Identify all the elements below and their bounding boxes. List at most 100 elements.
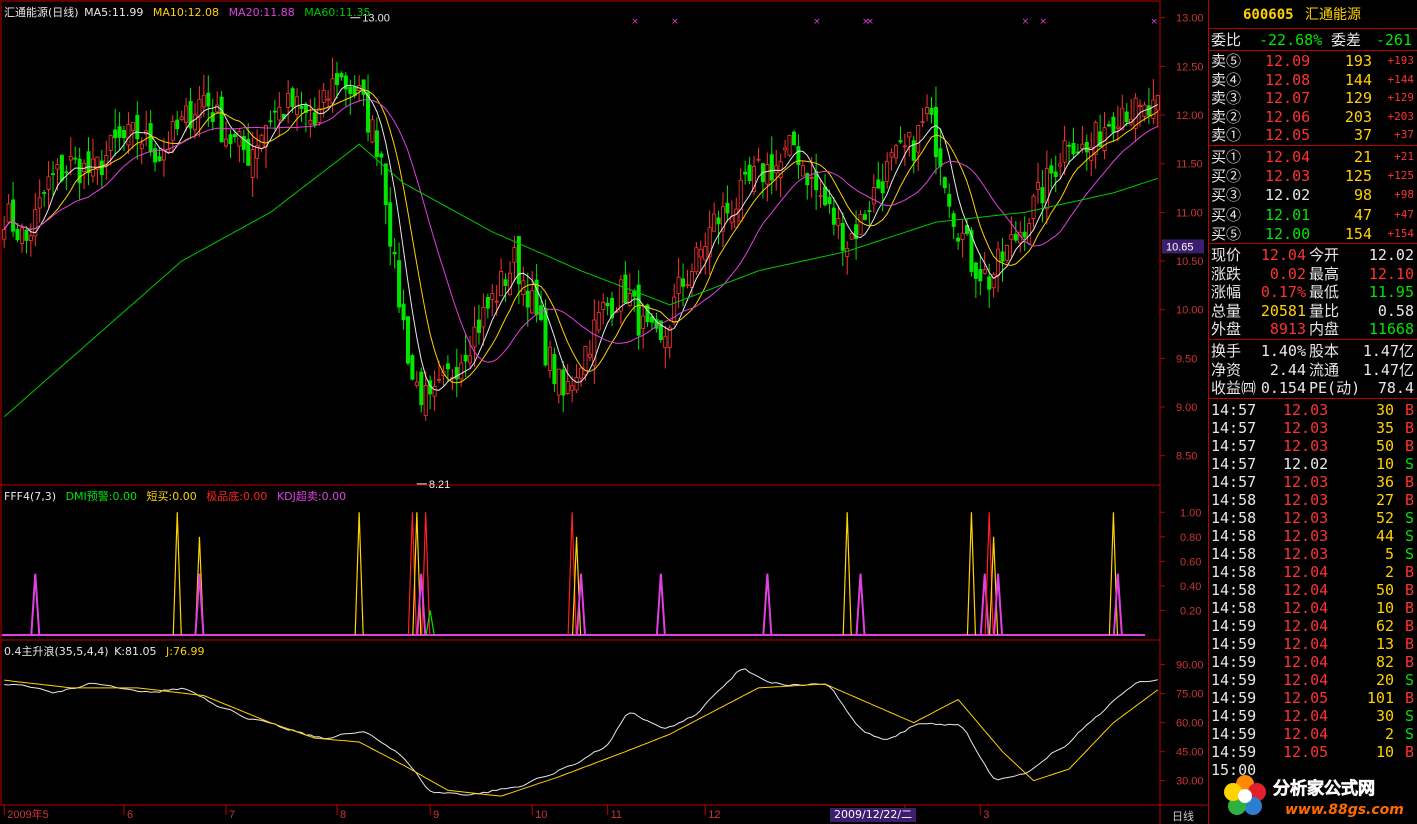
duanmai-value: 0.00 <box>172 490 197 503</box>
stat-row: 现价 12.04 今开 12.02 <box>1209 246 1417 264</box>
candle-body <box>925 107 930 115</box>
candle-body <box>374 130 379 158</box>
candle-body <box>117 126 122 138</box>
weibi-label: 委比 <box>1211 31 1242 49</box>
zsl-y-tick-label: 90.00 <box>1176 660 1204 672</box>
ma20-name: MA20 <box>228 6 260 19</box>
candle-body <box>862 214 867 220</box>
candle-body <box>210 112 215 123</box>
candle-body <box>19 227 24 244</box>
tick-time: 14:59 <box>1211 707 1257 725</box>
candle-body <box>818 195 823 198</box>
fff4-signal-spike <box>842 512 852 636</box>
trade-tick-row: 14:58 12.03 44 S <box>1209 527 1417 545</box>
chart-svg[interactable]: 13.00 12.50 12.00 11.50 11.00 10.50 10.00 9.50 9… <box>0 0 1208 824</box>
candle-body <box>1013 233 1018 241</box>
zsl-legend: 0.4主升浪(35,5,4,4) K:81.05 J:76.99 <box>4 643 210 659</box>
zsl-y-tick-label: 60.00 <box>1176 718 1204 730</box>
main-y-tick-label: 8.50 <box>1176 451 1197 463</box>
tick-side: S <box>1404 455 1414 473</box>
tick-price: 12.03 <box>1283 437 1329 455</box>
fff4-signal-spike <box>1112 573 1123 636</box>
candle-body <box>574 377 579 391</box>
ask-volume: 144 <box>1344 70 1372 89</box>
ask-row: 卖② 12.06 203 +203 <box>1209 108 1417 126</box>
tick-side: S <box>1404 671 1414 689</box>
trade-tick-row: 14:59 12.04 2 S <box>1209 725 1417 743</box>
candle-body <box>126 123 131 146</box>
candle-body <box>108 135 113 151</box>
tick-price: 12.02 <box>1283 455 1329 473</box>
stat-label: 涨跌 <box>1211 264 1242 283</box>
candle-body <box>228 134 233 145</box>
ask-label: 卖② <box>1211 107 1242 126</box>
candle-body <box>867 210 872 213</box>
tick-volume: 36 <box>1375 473 1394 491</box>
candle-body <box>907 132 912 138</box>
bid-volume: 154 <box>1344 224 1372 243</box>
candle-body <box>263 125 268 148</box>
fff4-y-tick-label: 0.80 <box>1180 532 1201 544</box>
bid-price: 12.01 <box>1265 205 1311 224</box>
tick-volume: 30 <box>1375 401 1394 419</box>
trade-tick-row: 14:57 12.03 36 B <box>1209 473 1417 491</box>
candle-body <box>663 336 668 348</box>
candle-body <box>1080 143 1085 150</box>
candle-body <box>605 302 610 307</box>
candle-body <box>596 312 601 331</box>
candle-body <box>419 371 424 406</box>
trade-tick-row: 14:59 12.05 10 B <box>1209 743 1417 761</box>
fff4-signal-spike <box>979 573 990 636</box>
tick-volume: 50 <box>1375 581 1394 599</box>
candle-body <box>836 218 841 226</box>
candle-body <box>933 106 938 158</box>
x-tick-label: 9 <box>433 809 439 821</box>
candle-body <box>1053 171 1058 177</box>
candle-body <box>756 158 761 161</box>
tick-price: 12.03 <box>1283 527 1329 545</box>
trade-tick-row: 14:57 12.03 30 B <box>1209 401 1417 419</box>
candle-body <box>902 145 907 148</box>
fff4-y-tick-label: 0.20 <box>1180 605 1201 617</box>
candle-body <box>68 156 73 161</box>
main-title: 汇通能源(日线) <box>4 6 79 19</box>
jipindi-label: 极品底:0.00 <box>206 490 268 503</box>
cursor-date-badge: 2009/12/22/二 <box>830 808 917 822</box>
candle-body <box>703 246 708 261</box>
ask-change: +193 <box>1387 54 1415 67</box>
ask-change: +37 <box>1394 128 1414 142</box>
trade-tick-row: 14:58 12.03 52 S <box>1209 509 1417 527</box>
dmi-value: 0.00 <box>112 490 138 503</box>
x-tick-label: 7 <box>229 809 235 821</box>
candle-body <box>454 367 459 380</box>
ask-price: 12.05 <box>1265 126 1311 145</box>
stat-label: 涨幅 <box>1211 283 1242 302</box>
fff4-signal-spike <box>172 512 182 636</box>
candle-body <box>796 146 801 166</box>
candle-body <box>508 272 513 296</box>
candle-body <box>845 248 850 257</box>
chart-area[interactable]: 13.00 12.50 12.00 11.50 11.00 10.50 10.00 9.50 9… <box>0 0 1208 824</box>
x-tick-label: 8 <box>340 809 346 821</box>
stat-value: 11.95 <box>1368 283 1414 302</box>
candle-body <box>370 119 375 143</box>
zsl-y-tick-label: 45.00 <box>1176 747 1204 759</box>
tick-volume: 35 <box>1375 419 1394 437</box>
candle-body <box>77 158 82 184</box>
x-tick-label: 12 <box>708 809 720 821</box>
stat2-row: 净资 2.44 流通 1.47亿 <box>1209 361 1417 379</box>
candle-body <box>1115 126 1120 129</box>
candle-body <box>676 276 681 294</box>
candle-body <box>530 290 535 314</box>
stat-value: 1.40% <box>1260 342 1306 360</box>
stat-label: PE(动) <box>1309 379 1361 398</box>
period-label[interactable]: 日线 <box>1172 808 1194 824</box>
candle-body <box>232 134 237 138</box>
tick-volume: 10 <box>1375 599 1394 617</box>
tick-volume: 27 <box>1375 491 1394 509</box>
stat-value: 1.47亿 <box>1362 360 1414 379</box>
tick-price: 12.04 <box>1283 563 1329 581</box>
bid-price: 12.03 <box>1265 167 1311 186</box>
tick-side: B <box>1404 653 1414 671</box>
tick-price: 12.03 <box>1283 473 1329 491</box>
